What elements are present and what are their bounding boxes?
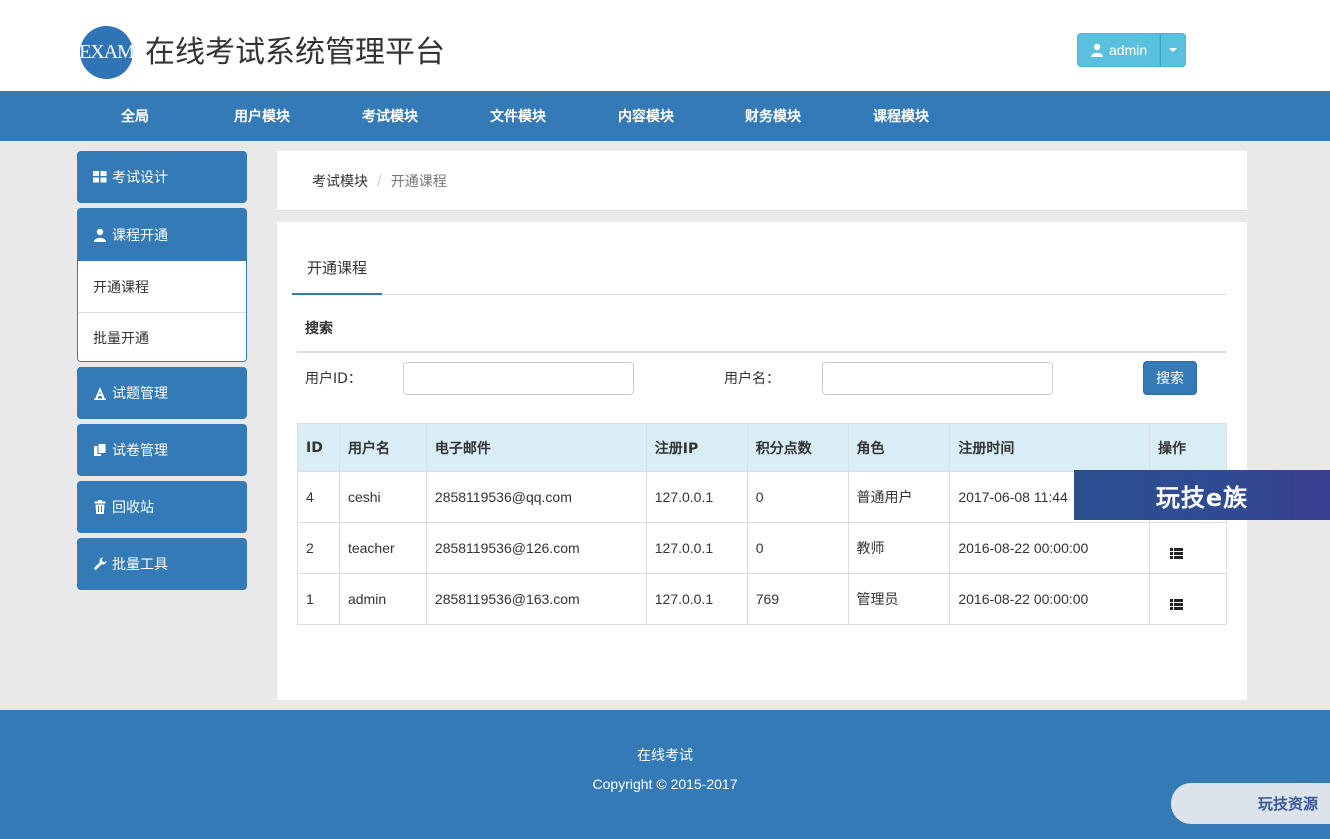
cell-actions xyxy=(1149,573,1227,625)
footer-title: 在线考试 xyxy=(637,748,693,764)
user-table: ID 用户名 电子邮件 注册IP 积分点数 角色 注册时间 操作 4 ceshi… xyxy=(297,423,1227,625)
cell-role: 教师 xyxy=(847,522,951,574)
cell-username: ceshi xyxy=(338,471,427,523)
footer-copyright: Copyright © 2015-2017 xyxy=(592,776,738,792)
user-name-input[interactable] xyxy=(822,362,1053,395)
breadcrumb-parent[interactable]: 考试模块 xyxy=(312,171,368,191)
column-header: 操作 xyxy=(1149,423,1227,472)
search-button[interactable]: 搜索 xyxy=(1143,361,1197,395)
table-row: 2 teacher 2858119536@126.com 127.0.0.1 0… xyxy=(297,522,1227,574)
cell-id: 1 xyxy=(297,573,340,625)
cell-ip: 127.0.0.1 xyxy=(645,471,748,523)
list-icon[interactable] xyxy=(1170,547,1184,559)
tab-open-course[interactable]: 开通课程 xyxy=(292,242,382,295)
breadcrumb-separator: / xyxy=(377,172,382,189)
footer: 在线考试 Copyright © 2015-2017 xyxy=(0,710,1330,839)
breadcrumb-current: 开通课程 xyxy=(390,173,447,190)
cell-email: 2858119536@qq.com xyxy=(425,471,647,523)
exam-logo: EXAM xyxy=(79,26,135,79)
column-header: 用户名 xyxy=(338,423,427,472)
sidebar-item-paper-mgmt[interactable]: 试卷管理 xyxy=(77,424,247,476)
user-id-label: 用户ID： xyxy=(305,371,362,387)
column-header: 电子邮件 xyxy=(425,423,647,472)
sidebar-item-label: 考试设计 xyxy=(112,170,168,186)
cell-email: 2858119536@163.com xyxy=(425,573,647,625)
th-large-icon xyxy=(93,171,107,183)
cell-role: 普通用户 xyxy=(847,471,951,523)
user-icon xyxy=(1091,43,1103,57)
divider xyxy=(297,351,1227,353)
sidebar-item-exam-design[interactable]: 考试设计 xyxy=(77,151,247,203)
cell-username: admin xyxy=(338,573,427,625)
user-dropdown-toggle[interactable] xyxy=(1160,33,1187,67)
table-row: 1 admin 2858119536@163.com 127.0.0.1 769… xyxy=(297,573,1227,625)
nav-item-finance[interactable]: 财务模块 xyxy=(745,91,801,141)
sidebar-subitem-batch-open[interactable]: 批量开通 xyxy=(78,312,246,361)
header: EXAM 在线考试系统管理平台 admin xyxy=(0,0,1330,91)
sidebar-item-label: 课程开通 xyxy=(112,228,168,244)
cell-points: 0 xyxy=(746,522,849,574)
cell-points: 769 xyxy=(746,573,849,625)
watermark-banner[interactable]: 玩技e族 xyxy=(1074,470,1330,520)
user-button[interactable]: admin xyxy=(1077,33,1161,67)
cell-id: 4 xyxy=(297,471,340,523)
sidebar-item-label: 试卷管理 xyxy=(112,443,168,459)
column-header: 积分点数 xyxy=(746,423,849,472)
sidebar-subitem-open-course[interactable]: 开通课程 xyxy=(78,261,246,312)
column-header: 注册IP xyxy=(645,423,748,472)
nav-item-user[interactable]: 用户模块 xyxy=(234,91,290,141)
column-header: ID xyxy=(297,423,340,472)
wrench-icon xyxy=(93,557,107,571)
table-header-row: ID 用户名 电子邮件 注册IP 积分点数 角色 注册时间 操作 xyxy=(297,423,1227,472)
user-name: admin xyxy=(1109,42,1148,58)
caret-down-icon xyxy=(1169,48,1178,52)
cell-ip: 127.0.0.1 xyxy=(645,573,748,625)
nav-item-course[interactable]: 课程模块 xyxy=(873,91,929,141)
duplicate-icon xyxy=(94,443,107,456)
sidebar-item-batch-tools[interactable]: 批量工具 xyxy=(77,538,247,590)
column-header: 角色 xyxy=(847,423,951,472)
cell-ip: 127.0.0.1 xyxy=(645,522,748,574)
cell-points: 0 xyxy=(746,471,849,523)
cell-username: teacher xyxy=(338,522,427,574)
cell-reg-time: 2016-08-22 00:00:00 xyxy=(949,573,1151,625)
sidebar-item-question-mgmt[interactable]: 试题管理 xyxy=(77,367,247,419)
site-title: 在线考试系统管理平台 xyxy=(145,35,445,70)
user-name-label: 用户名： xyxy=(724,371,780,387)
cell-email: 2858119536@126.com xyxy=(425,522,647,574)
cell-reg-time: 2016-08-22 00:00:00 xyxy=(949,522,1151,574)
sidebar-item-label: 批量工具 xyxy=(112,557,168,573)
column-header: 注册时间 xyxy=(949,423,1151,472)
nav-item-exam[interactable]: 考试模块 xyxy=(362,91,418,141)
main-nav: 全局 用户模块 考试模块 文件模块 内容模块 财务模块 课程模块 xyxy=(0,91,1330,141)
breadcrumb: 考试模块 / 开通课程 xyxy=(277,151,1247,211)
text-font-icon xyxy=(94,387,106,400)
trash-icon xyxy=(94,500,106,514)
tab-bar: 开通课程 xyxy=(292,242,1227,295)
user-menu: admin xyxy=(1077,33,1187,67)
sidebar-item-recycle[interactable]: 回收站 xyxy=(77,481,247,533)
nav-item-content[interactable]: 内容模块 xyxy=(618,91,674,141)
sidebar-group-course-open: 课程开通 开通课程 批量开通 xyxy=(77,208,247,362)
cell-id: 2 xyxy=(297,522,340,574)
search-section-title: 搜索 xyxy=(305,321,333,337)
cell-actions xyxy=(1149,522,1227,574)
nav-item-global[interactable]: 全局 xyxy=(121,91,149,141)
corner-watermark[interactable]: 玩技资源 xyxy=(1171,783,1330,824)
user-id-input[interactable] xyxy=(403,362,634,395)
cell-role: 管理员 xyxy=(847,573,951,625)
nav-item-file[interactable]: 文件模块 xyxy=(490,91,546,141)
sidebar-item-label: 回收站 xyxy=(112,500,154,516)
list-icon[interactable] xyxy=(1170,598,1184,610)
sidebar-item-label: 试题管理 xyxy=(112,386,168,402)
user-icon xyxy=(94,228,106,242)
main-panel: 开通课程 搜索 用户ID： 用户名： 搜索 ID 用户名 电子邮件 注册IP 积… xyxy=(277,222,1247,700)
sidebar-item-course-open[interactable]: 课程开通 xyxy=(78,209,246,261)
